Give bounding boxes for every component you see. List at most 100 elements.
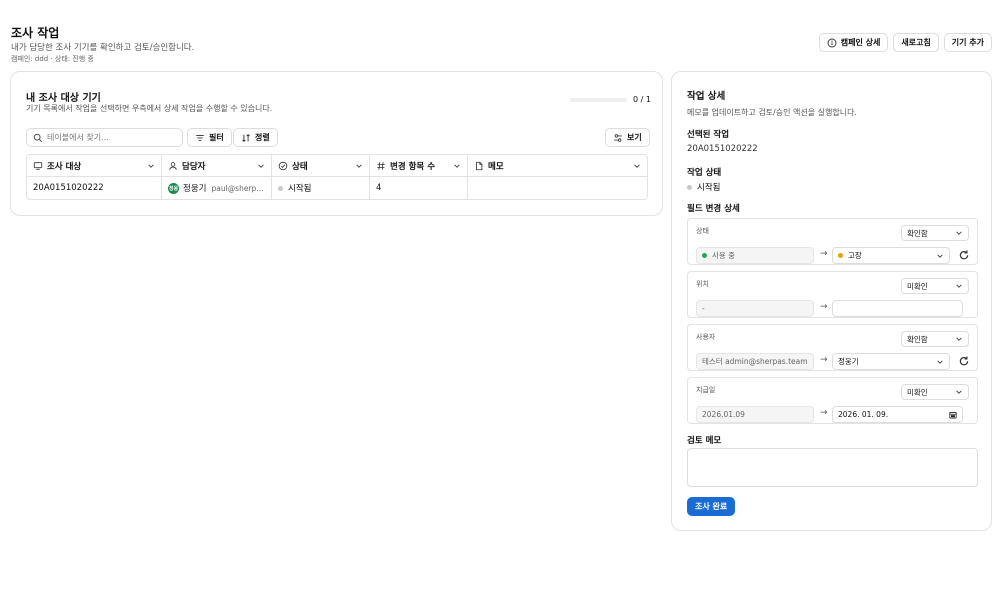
status-dot (278, 185, 283, 191)
date-input[interactable]: 2026. 01. 09. (832, 406, 963, 423)
campaign-detail-button[interactable]: 캠페인 상세 (818, 33, 889, 52)
filter-button[interactable]: 필터 (187, 128, 232, 147)
info-icon (827, 38, 837, 47)
field-change-card-status: 상태 확인함 사용 중 → 고장 (687, 218, 978, 265)
header-actions: 캠페인 상세 새로고침 기기 추가 (818, 33, 992, 52)
chevron-down-icon (937, 359, 943, 364)
new-value-text: 2026. 01. 09. (838, 410, 889, 419)
review-select[interactable]: 확인함 (901, 225, 969, 241)
calendar-icon[interactable] (949, 411, 957, 419)
cell-memo (468, 177, 647, 199)
chevron-down-icon (956, 231, 962, 235)
field-label: 사용자 (696, 333, 716, 341)
review-select[interactable]: 확인함 (901, 331, 969, 347)
cell-status: 시작됨 (272, 177, 370, 199)
new-value-text: 고장 (848, 251, 862, 260)
device-list-title: 내 조사 대상 기기 (26, 93, 101, 104)
assignee-email: paul@sherpas.team (211, 183, 265, 193)
search-icon (33, 133, 43, 142)
column-label: 메모 (488, 161, 504, 172)
old-status-dot (702, 253, 707, 258)
column-assignee[interactable]: 담당자 (162, 155, 272, 176)
selected-task-label: 선택된 작업 (687, 130, 730, 140)
chevron-down-icon (454, 163, 460, 168)
selected-task-value: 20A0151020222 (687, 144, 758, 154)
field-label: 상태 (696, 227, 709, 235)
file-icon (476, 161, 483, 170)
new-value-select[interactable]: 고장 (832, 247, 950, 264)
device-list-subtitle: 기기 목록에서 작업을 선택하면 우측에서 상세 작업을 수행할 수 있습니다. (26, 104, 273, 113)
sort-button[interactable]: 정렬 (233, 128, 278, 147)
table-search[interactable] (26, 128, 183, 147)
sort-icon (242, 133, 250, 142)
campaign-info: 캠페인: ddd · 상태: 진행 중 (11, 55, 94, 63)
new-value-input[interactable] (832, 300, 963, 317)
add-device-button[interactable]: 기기 추가 (943, 33, 992, 52)
table-row[interactable]: 20A0151020222 정웅 정웅기 paul@sherpas.team 시… (27, 177, 647, 199)
chevron-down-icon (956, 337, 962, 341)
chevron-down-icon (956, 390, 962, 394)
status-dot (687, 184, 692, 190)
chevron-down-icon (937, 253, 943, 258)
refresh-button[interactable]: 새로고침 (893, 33, 939, 52)
cell-change-count: 4 (370, 177, 468, 199)
view-button[interactable]: 보기 (605, 128, 650, 147)
column-label: 조사 대상 (47, 161, 82, 172)
chevron-down-icon (148, 163, 154, 168)
status-text: 시작됨 (288, 184, 312, 194)
table-header: 조사 대상 담당자 상태 변경 항목 수 메모 (27, 155, 647, 177)
chevron-down-icon (956, 284, 962, 288)
task-detail-title: 작업 상세 (687, 91, 726, 102)
task-status-label: 작업 상태 (687, 168, 722, 178)
column-status[interactable]: 상태 (272, 155, 370, 176)
task-detail-panel: 작업 상세 메모를 업데이트하고 검토/승인 액션을 실행합니다. 선택된 작업… (671, 71, 992, 531)
cell-assignee: 정웅 정웅기 paul@sherpas.team (162, 177, 272, 199)
arrow-right-icon: → (820, 408, 828, 418)
old-value: 테스터 admin@sherpas.team (696, 353, 814, 370)
refresh-label: 새로고침 (901, 38, 931, 47)
device-table: 조사 대상 담당자 상태 변경 항목 수 메모 20A0151020222 정웅… (26, 154, 648, 200)
review-value: 확인함 (907, 228, 928, 238)
field-change-card-location: 위치 미확인 - → (687, 271, 978, 318)
reset-icon[interactable] (958, 355, 970, 367)
reset-icon[interactable] (958, 249, 970, 261)
arrow-right-icon: → (820, 355, 828, 365)
complete-survey-button[interactable]: 조사 완료 (687, 497, 736, 516)
filter-label: 필터 (209, 133, 224, 142)
hash-icon (377, 161, 385, 170)
field-label: 위치 (696, 280, 709, 288)
task-status-value: 시작됨 (687, 181, 720, 193)
search-input[interactable] (47, 133, 167, 142)
arrow-right-icon: → (820, 249, 828, 259)
column-change-count[interactable]: 변경 항목 수 (370, 155, 468, 176)
review-memo-textarea[interactable] (687, 448, 978, 487)
monitor-icon (33, 161, 43, 170)
review-value: 미확인 (907, 387, 928, 397)
old-value: 2026.01.09 (696, 406, 814, 423)
review-select[interactable]: 미확인 (901, 278, 969, 294)
column-target[interactable]: 조사 대상 (27, 155, 162, 176)
assignee-name: 정웅기 (183, 184, 207, 194)
field-label: 지급일 (696, 386, 716, 394)
progress-bar (570, 98, 627, 102)
new-status-dot (838, 253, 843, 258)
review-select[interactable]: 미확인 (901, 384, 969, 400)
review-value: 미확인 (907, 281, 928, 291)
task-detail-subtitle: 메모를 업데이트하고 검토/승인 액션을 실행합니다. (687, 108, 857, 117)
column-memo[interactable]: 메모 (468, 155, 647, 176)
review-value: 확인함 (907, 334, 928, 344)
column-label: 변경 항목 수 (390, 161, 436, 172)
page-subtitle: 내가 담당한 조사 기기를 확인하고 검토/승인합니다. (11, 43, 195, 53)
chevron-down-icon (356, 163, 362, 168)
task-status-text: 시작됨 (697, 183, 721, 193)
avatar: 정웅 (168, 182, 179, 194)
arrow-right-icon: → (820, 302, 828, 312)
filter-icon (196, 134, 204, 141)
campaign-detail-label: 캠페인 상세 (840, 38, 881, 47)
cell-target: 20A0151020222 (27, 177, 162, 199)
column-label: 담당자 (182, 161, 206, 172)
column-label: 상태 (292, 161, 308, 172)
chevron-down-icon (634, 163, 640, 168)
progress-text: 0 / 1 (633, 95, 651, 104)
new-value-select[interactable]: 정웅기 (832, 353, 950, 370)
